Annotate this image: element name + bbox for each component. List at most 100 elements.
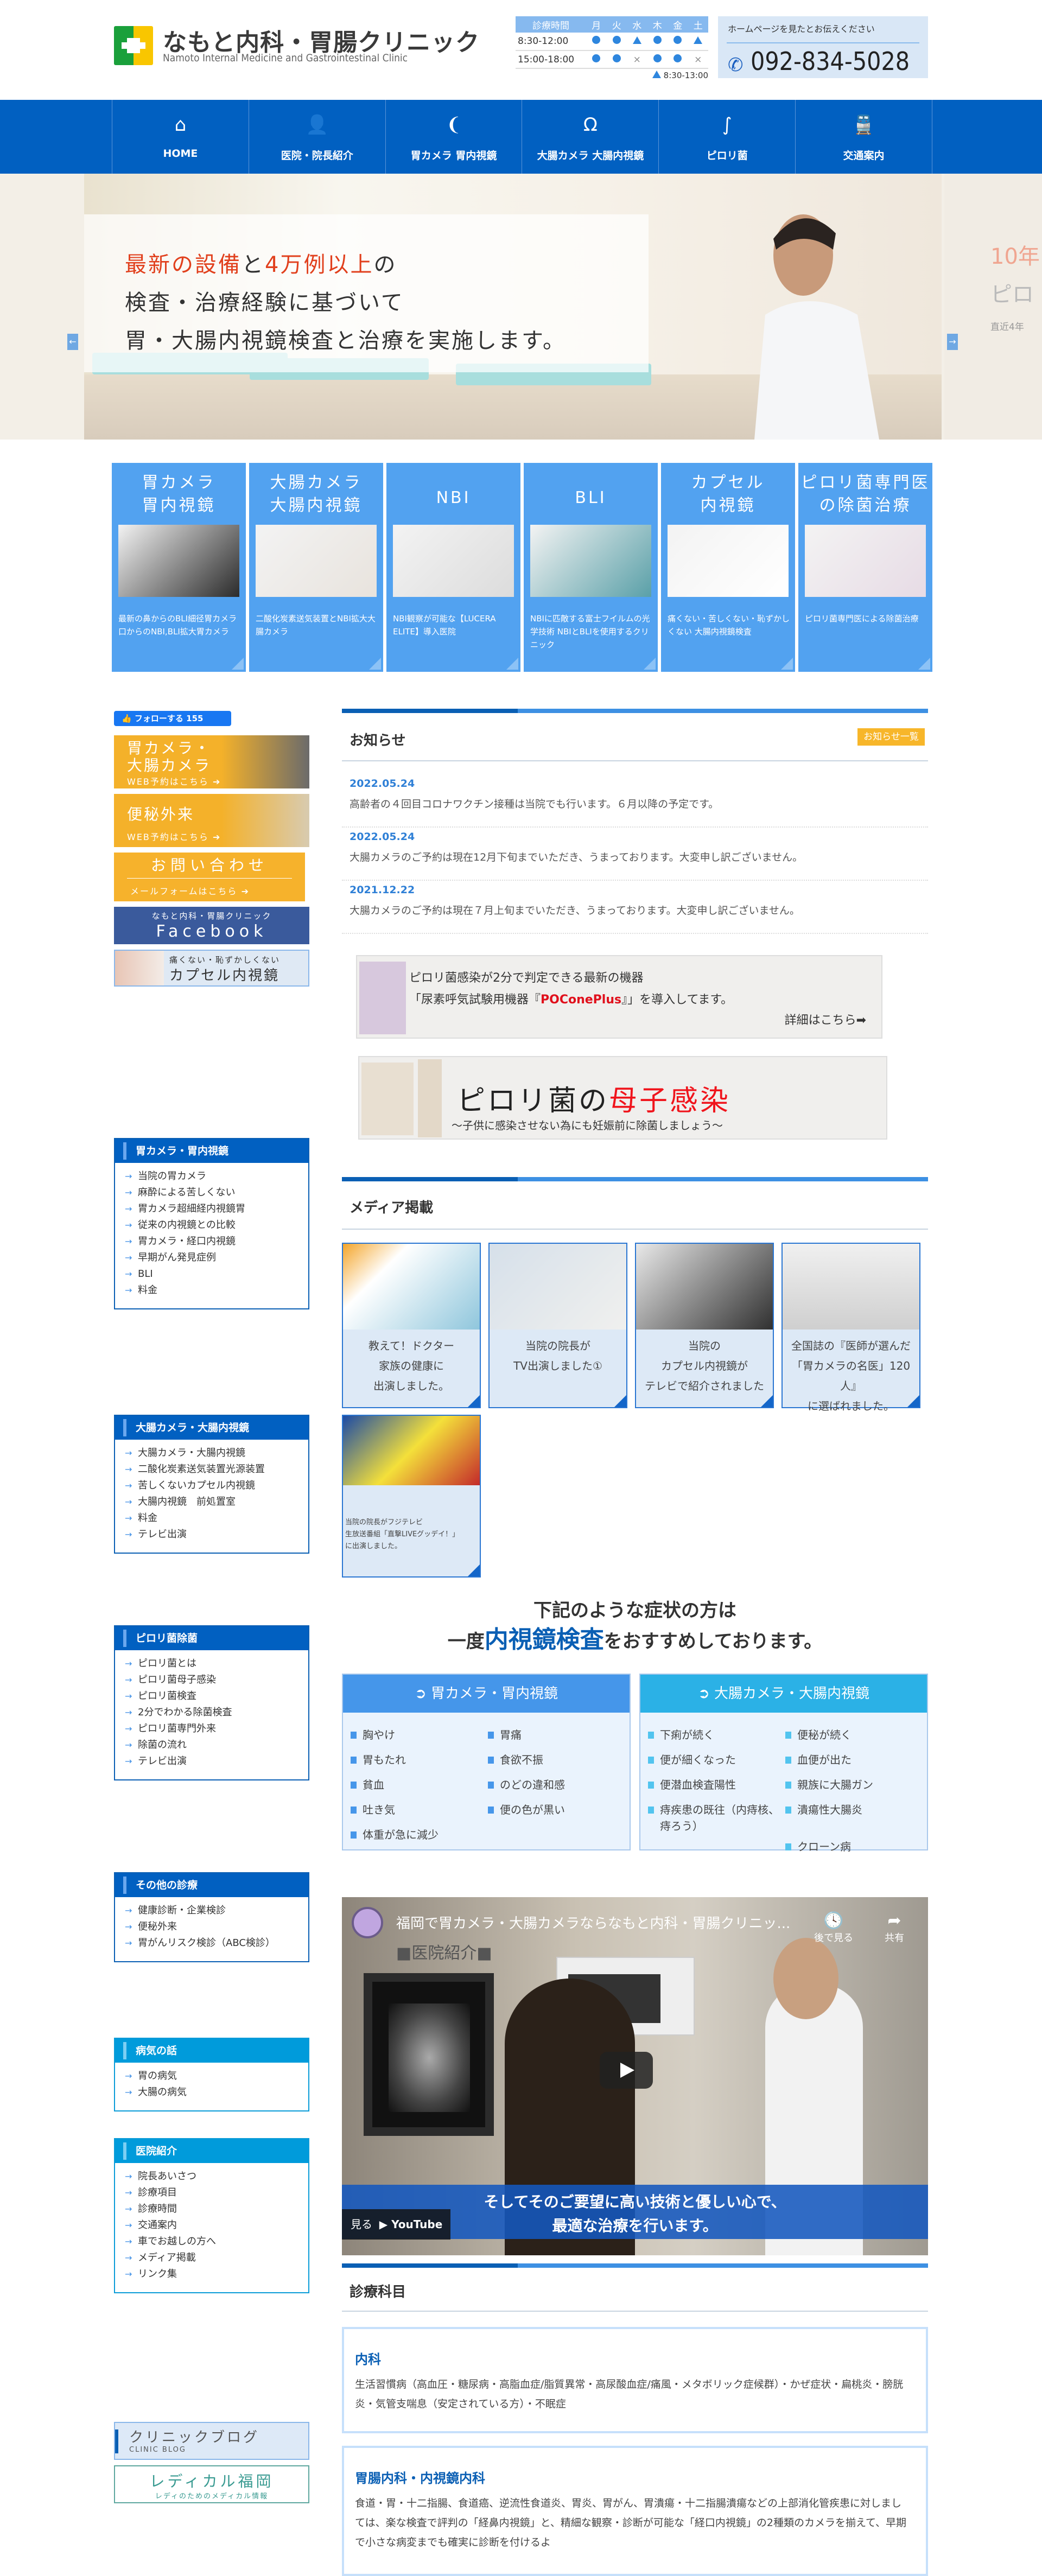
contact-banner[interactable]: お問い合わせ メールフォームはこちら ➔ <box>114 853 305 901</box>
media-card[interactable]: 当院の院長がフジテレビ 生放送番組「直撃LIVEグッデイ！」 に出演しました。 <box>342 1415 481 1578</box>
nav-item-2[interactable]: ❨ 胃カメラ 胃内視鏡 <box>386 100 523 174</box>
side-menu-item[interactable]: テレビ出演 <box>125 1753 308 1770</box>
nav-item-4[interactable]: ∫ ピロリ菌 <box>659 100 796 174</box>
side-menu-item[interactable]: 大腸カメラ・大腸内視鏡 <box>125 1445 308 1461</box>
closed-cross-icon: × <box>633 54 641 65</box>
media-image <box>343 1244 480 1330</box>
media-card[interactable]: 当院の カプセル内視鏡が テレビで紹介されました <box>635 1243 774 1408</box>
video-title[interactable]: 福岡で胃カメラ・大腸カメラならなもと内科・胃腸クリニッ... <box>396 1912 790 1932</box>
side-menu-item[interactable]: 早期がん発見症例 <box>125 1250 308 1266</box>
channel-avatar[interactable] <box>352 1907 383 1938</box>
feature-card[interactable]: カプセル 内視鏡 痛くない・苦しくない・恥ずかしくない 大腸内視鏡検査 <box>661 463 795 672</box>
phone-box[interactable]: ホームページを見たとお伝えください ✆ 092-834-5028 <box>718 16 928 78</box>
mother-child-infection-banner[interactable]: ピロリ菌の母子感染 ～子供に感染させない為にも妊娠前に除菌しましょう～ <box>358 1056 887 1140</box>
side-menu-item[interactable]: ピロリ菌母子感染 <box>125 1672 308 1688</box>
news-link[interactable]: 大腸カメラのご予約は現在７月上旬までいただき、うまっております。大変申し訳ござい… <box>350 902 925 917</box>
feature-image <box>393 525 514 597</box>
side-menu-title[interactable]: その他の診療 <box>115 1873 308 1897</box>
side-menu-item[interactable]: 診療項目 <box>125 2185 308 2201</box>
media-image <box>636 1244 773 1330</box>
side-menu-item[interactable]: 胃の病気 <box>125 2068 308 2084</box>
news-item: 2022.05.24 高齢者の４回目コロナワクチン接種は当院でも行います。６月以降… <box>350 778 925 811</box>
side-menu-item[interactable]: 当院の胃カメラ <box>125 1168 308 1185</box>
promo-subtext: ～子供に感染させない為にも妊娠前に除菌しましょう～ <box>452 1119 723 1132</box>
side-menu-item[interactable]: 診療時間 <box>125 2201 308 2217</box>
stomach-endoscopy-link[interactable]: ➲ 胃カメラ・胃内視鏡 <box>343 1675 630 1713</box>
media-card[interactable]: 全国誌の『医師が選んだ 「胃カメラの名医」120人』 に選ばれました。 <box>782 1243 920 1413</box>
side-menu-item[interactable]: 大腸の病気 <box>125 2084 308 2101</box>
youtube-video-player[interactable]: 福岡で胃カメラ・大腸カメラならなもと内科・胃腸クリニッ... ■医院紹介■ 🕓 後… <box>342 1897 928 2255</box>
side-menu-item[interactable]: 交通案内 <box>125 2217 308 2234</box>
side-menu-item[interactable]: ピロリ菌専門外来 <box>125 1721 308 1737</box>
share-button[interactable]: ➦ 共有 <box>885 1911 904 1944</box>
side-menu-item[interactable]: 便秘外来 <box>125 1919 308 1935</box>
clinic-blog-banner[interactable]: クリニックブログ CLINIC BLOG <box>114 2422 309 2460</box>
feature-card[interactable]: ピロリ菌専門医 の除菌治療 ピロリ菌専門医による除菌治療 <box>798 463 932 672</box>
play-button[interactable] <box>600 2052 653 2089</box>
web-reservation-constipation-banner[interactable]: 便秘外来 WEB予約はこちら ➔ <box>114 794 309 847</box>
side-menu-title[interactable]: 大腸カメラ・大腸内視鏡 <box>115 1416 308 1440</box>
nav-item-1[interactable]: 👤 医院・院長紹介 <box>249 100 386 174</box>
media-card[interactable]: 当院の院長が TV出演しました① <box>488 1243 627 1408</box>
side-menu-item[interactable]: 車でお越しの方へ <box>125 2234 308 2250</box>
feature-card[interactable]: BLI NBIに匹敵する富士フイルムの光学技術 NBIとBLIを使用するクリニック <box>524 463 658 672</box>
feature-card[interactable]: 胃カメラ 胃内視鏡 最新の鼻からのBLI細径胃カメラ 口からのNBI,BLI拡大胃… <box>112 463 246 672</box>
nav-item-0[interactable]: ⌂ HOME <box>112 100 249 174</box>
side-menu-item[interactable]: 胃カメラ超細経内視鏡胃 <box>125 1201 308 1217</box>
news-link[interactable]: 高齢者の４回目コロナワクチン接種は当院でも行います。６月以降の予定です。 <box>350 796 925 811</box>
side-menu-item[interactable]: 二酸化炭素送気装置光源装置 <box>125 1461 308 1478</box>
side-menu-title[interactable]: 胃カメラ・胃内視鏡 <box>115 1139 308 1163</box>
side-menu-title[interactable]: 医院紹介 <box>115 2139 308 2163</box>
phone-number[interactable]: 092-834-5028 <box>751 47 910 76</box>
banner-facebook: Facebook <box>156 922 268 941</box>
side-menu-item[interactable]: 料金 <box>125 1510 308 1526</box>
side-menu-title[interactable]: 病気の話 <box>115 2039 308 2063</box>
side-menu-item[interactable]: ピロリ菌検査 <box>125 1688 308 1704</box>
triangle-icon <box>694 36 703 44</box>
prev-slide-button[interactable]: ← <box>67 334 78 350</box>
side-menu-item[interactable]: 健康診断・企業検診 <box>125 1903 308 1919</box>
ladical-fukuoka-banner[interactable]: レディカル福岡 レディのためのメディカル情報 <box>114 2465 309 2503</box>
watch-later-button[interactable]: 🕓 後で見る <box>814 1911 853 1944</box>
side-menu-title[interactable]: ピロリ菌除菌 <box>115 1626 308 1650</box>
side-menu-item[interactable]: 麻酔による苦しくない <box>125 1185 308 1201</box>
promo-detail-link[interactable]: 詳細はこちら➡ <box>785 1010 866 1028</box>
arrow-circle-icon: ➲ <box>697 1685 710 1702</box>
banner-link: WEB予約はこちら ➔ <box>127 832 221 842</box>
watch-on-youtube-button[interactable]: 見る ▶ YouTube <box>342 2209 450 2240</box>
side-menu-item[interactable]: 2分でわかる除菌検査 <box>125 1704 308 1721</box>
news-list-button[interactable]: お知らせ一覧 <box>857 728 925 746</box>
banner-title: 胃カメラ・ <box>127 739 212 757</box>
side-menu-item[interactable]: メディア掲載 <box>125 2250 308 2266</box>
colon-endoscopy-link[interactable]: ➲ 大腸カメラ・大腸内視鏡 <box>640 1675 927 1713</box>
nav-item-3[interactable]: Ω 大腸カメラ 大腸内視鏡 <box>522 100 659 174</box>
nav-item-5[interactable]: 🚆 交通案内 <box>796 100 932 174</box>
side-menu-item[interactable]: テレビ出演 <box>125 1526 308 1543</box>
feature-card[interactable]: NBI NBI観察が可能な【LUCERA ELITE】導入医院 <box>386 463 520 672</box>
feature-card[interactable]: 大腸カメラ 大腸内視鏡 二酸化炭素送気装置とNBI拡大大腸カメラ <box>249 463 383 672</box>
capsule-endoscope-banner[interactable]: 痛くない・恥ずかしくない カプセル内視鏡 <box>114 950 309 987</box>
side-menu-item[interactable]: ピロリ菌とは <box>125 1656 308 1672</box>
side-menu-item[interactable]: 除菌の流れ <box>125 1737 308 1753</box>
banner-title: レディカル福岡 <box>149 2472 274 2490</box>
side-menu-item[interactable]: リンク集 <box>125 2266 308 2282</box>
pocone-plus-banner[interactable]: ピロリ菌感染が2分で判定できる最新の機器 「尿素呼気試験用機器『POConePl… <box>356 955 882 1039</box>
side-menu-item[interactable]: 従来の内視鏡との比較 <box>125 1217 308 1233</box>
facebook-follow-button[interactable]: 👍 フォローする 155 <box>114 711 231 726</box>
facebook-banner[interactable]: なもと内科・胃腸クリニック Facebook <box>114 907 309 944</box>
side-menu-item[interactable]: 料金 <box>125 1282 308 1299</box>
web-reservation-endoscopy-banner[interactable]: 胃カメラ・ 大腸カメラ WEB予約はこちら ➔ <box>114 735 309 788</box>
side-menu-item[interactable]: BLI <box>125 1266 308 1282</box>
news-link[interactable]: 大腸カメラのご予約は現在12月下旬までいただき、うまっております。大変申し訳ござ… <box>350 849 925 864</box>
side-menu-item[interactable]: 苦しくないカプセル内視鏡 <box>125 1478 308 1494</box>
side-menu-item[interactable]: 大腸内視鏡 前処置室 <box>125 1494 308 1510</box>
media-card[interactable]: 教えて！ドクター 家族の健康に 出演しました。 <box>342 1243 481 1408</box>
side-menu-item[interactable]: 胃がんリスク検診（ABC検診） <box>125 1935 308 1951</box>
media-caption: 当院の院長が TV出演しました① <box>513 1339 602 1372</box>
clinic-logo-icon[interactable] <box>114 26 153 65</box>
side-menu-item[interactable]: 院長あいさつ <box>125 2168 308 2185</box>
symptom-item: 潰瘍性大腸炎 <box>784 1797 922 1834</box>
video-caption: そしてそのご要望に高い技術と優しい心で、 <box>484 2193 786 2211</box>
side-menu-item[interactable]: 胃カメラ・経口内視鏡 <box>125 1233 308 1250</box>
next-slide-button[interactable]: → <box>947 334 958 350</box>
